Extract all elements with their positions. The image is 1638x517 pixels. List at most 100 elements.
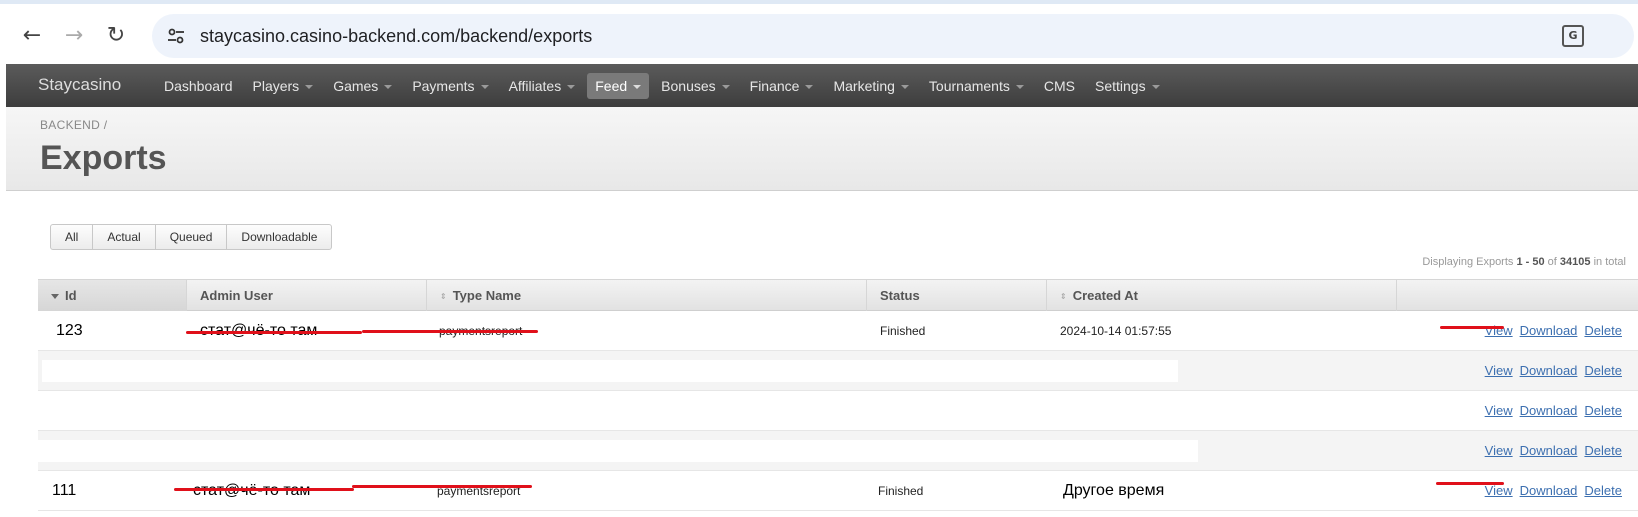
view-link[interactable]: View (1485, 443, 1513, 458)
nav-item-games[interactable]: Games (325, 73, 400, 99)
table-row: View Download Delete (38, 431, 1638, 471)
translate-icon[interactable]: G (1562, 25, 1584, 47)
sort-desc-icon (51, 294, 59, 300)
cell-type-name: paymentsreport (437, 484, 521, 498)
nav-item-label: Players (252, 77, 300, 94)
cell-status: Finished (880, 324, 926, 338)
nav-item-players[interactable]: Players (245, 73, 322, 99)
main-navbar: Staycasino Dashboard Players Games Payments… (6, 64, 1638, 107)
nav-item-dashboard[interactable]: Dashboard (156, 73, 241, 99)
download-link[interactable]: Download (1520, 363, 1578, 378)
caret-down-icon (900, 84, 909, 89)
sort-icon: ⇕ (1060, 291, 1067, 301)
table-row: View Download Delete (38, 351, 1638, 391)
delete-link[interactable]: Delete (1584, 323, 1622, 338)
scope-queued[interactable]: Queued (156, 225, 228, 249)
nav-item-label: Payments (412, 77, 475, 94)
caret-down-icon (384, 84, 393, 89)
caret-down-icon (721, 84, 730, 89)
redacted-block (418, 360, 1178, 382)
nav-item-label: Bonuses (661, 77, 716, 94)
cell-id: 111 (52, 482, 77, 499)
nav-item-settings[interactable]: Settings (1087, 73, 1168, 99)
column-id[interactable]: Id (38, 280, 187, 311)
scope-actual[interactable]: Actual (93, 225, 156, 249)
column-status: Status (867, 280, 1047, 311)
view-link[interactable]: View (1485, 363, 1513, 378)
pagination-info: Displaying Exports 1 - 50 of 34105 in to… (1422, 256, 1626, 268)
row-actions: View Download Delete (1478, 311, 1622, 351)
arrow-right-icon[interactable]: → (62, 24, 86, 48)
download-link[interactable]: Download (1520, 323, 1578, 338)
row-actions: View Download Delete (1478, 471, 1622, 511)
annotation-underline (1440, 326, 1504, 329)
browser-toolbar: ← → ↻ staycasino.casino-backend.com/back… (0, 0, 1638, 64)
url-text[interactable]: staycasino.casino-backend.com/backend/ex… (200, 26, 592, 47)
table-row: View Download Delete (38, 391, 1638, 431)
nav-item-marketing[interactable]: Marketing (825, 73, 916, 99)
table-body: 123 стат@чё-то там paymentsreport Finished 2… (38, 311, 1638, 511)
nav-item-label: Marketing (833, 77, 895, 94)
brand-logo[interactable]: Staycasino (38, 75, 121, 95)
reload-icon[interactable]: ↻ (104, 24, 128, 48)
nav-item-label: Feed (595, 77, 628, 94)
exports-table: Id Admin User ⇕ Type Name Status ⇕ Created… (38, 279, 1638, 511)
breadcrumb[interactable]: BACKEND / (40, 118, 107, 132)
delete-link[interactable]: Delete (1584, 443, 1622, 458)
row-actions: View Download Delete (1478, 431, 1622, 471)
caret-down-icon (805, 84, 814, 89)
column-type-name[interactable]: ⇕ Type Name (427, 280, 867, 311)
redacted-block (42, 360, 418, 382)
nav-item-payments[interactable]: Payments (404, 73, 496, 99)
row-actions: View Download Delete (1478, 391, 1622, 431)
annotation-underline (362, 330, 538, 333)
nav-item-tournaments[interactable]: Tournaments (921, 73, 1032, 99)
main-menu: Dashboard Players Games Payments Affiliates F… (156, 64, 1172, 107)
nav-item-label: Finance (749, 77, 800, 94)
cell-admin-user: стат@чё-то там (193, 471, 310, 511)
delete-link[interactable]: Delete (1584, 403, 1622, 418)
row-actions: View Download Delete (1478, 351, 1622, 391)
table-row: 111 стат@чё-то там paymentsreport Finished Д… (38, 471, 1638, 511)
column-admin-user: Admin User (187, 280, 427, 311)
sort-icon: ⇕ (440, 291, 447, 301)
delete-link[interactable]: Delete (1584, 483, 1622, 498)
page-header: BACKEND / Exports (6, 107, 1638, 191)
nav-item-label: Affiliates (508, 77, 562, 94)
scope-filters: All Actual Queued Downloadable (50, 224, 333, 250)
caret-down-icon (1015, 84, 1024, 89)
caret-down-icon (567, 84, 576, 89)
nav-item-finance[interactable]: Finance (742, 73, 822, 99)
scope-downloadable[interactable]: Downloadable (227, 225, 331, 249)
nav-item-bonuses[interactable]: Bonuses (653, 73, 737, 99)
address-bar[interactable]: staycasino.casino-backend.com/backend/ex… (152, 14, 1634, 58)
arrow-left-icon[interactable]: ← (20, 24, 44, 48)
redacted-block (38, 440, 1198, 462)
tune-icon[interactable] (166, 26, 186, 46)
nav-item-label: CMS (1043, 77, 1075, 94)
cell-status: Finished (878, 484, 924, 498)
nav-item-label: Dashboard (164, 77, 233, 94)
column-created-at[interactable]: ⇕ Created At (1047, 280, 1397, 311)
nav-item-label: Settings (1094, 77, 1146, 94)
view-link[interactable]: View (1485, 483, 1513, 498)
cell-created-at: Другое время (1063, 482, 1165, 499)
table-header: Id Admin User ⇕ Type Name Status ⇕ Created… (38, 279, 1638, 311)
nav-item-feed[interactable]: Feed (587, 72, 650, 99)
download-link[interactable]: Download (1520, 443, 1578, 458)
caret-down-icon (633, 84, 642, 89)
page-title: Exports (40, 139, 167, 177)
nav-item-cms[interactable]: CMS (1036, 73, 1083, 99)
download-link[interactable]: Download (1520, 483, 1578, 498)
delete-link[interactable]: Delete (1584, 363, 1622, 378)
download-link[interactable]: Download (1520, 403, 1578, 418)
annotation-underline (174, 488, 354, 491)
caret-down-icon (305, 84, 314, 89)
view-link[interactable]: View (1485, 403, 1513, 418)
caret-down-icon (480, 84, 489, 89)
scope-all[interactable]: All (51, 225, 94, 249)
caret-down-icon (1151, 84, 1160, 89)
nav-item-label: Games (333, 77, 379, 94)
column-actions (1397, 280, 1638, 311)
nav-item-affiliates[interactable]: Affiliates (501, 73, 584, 99)
